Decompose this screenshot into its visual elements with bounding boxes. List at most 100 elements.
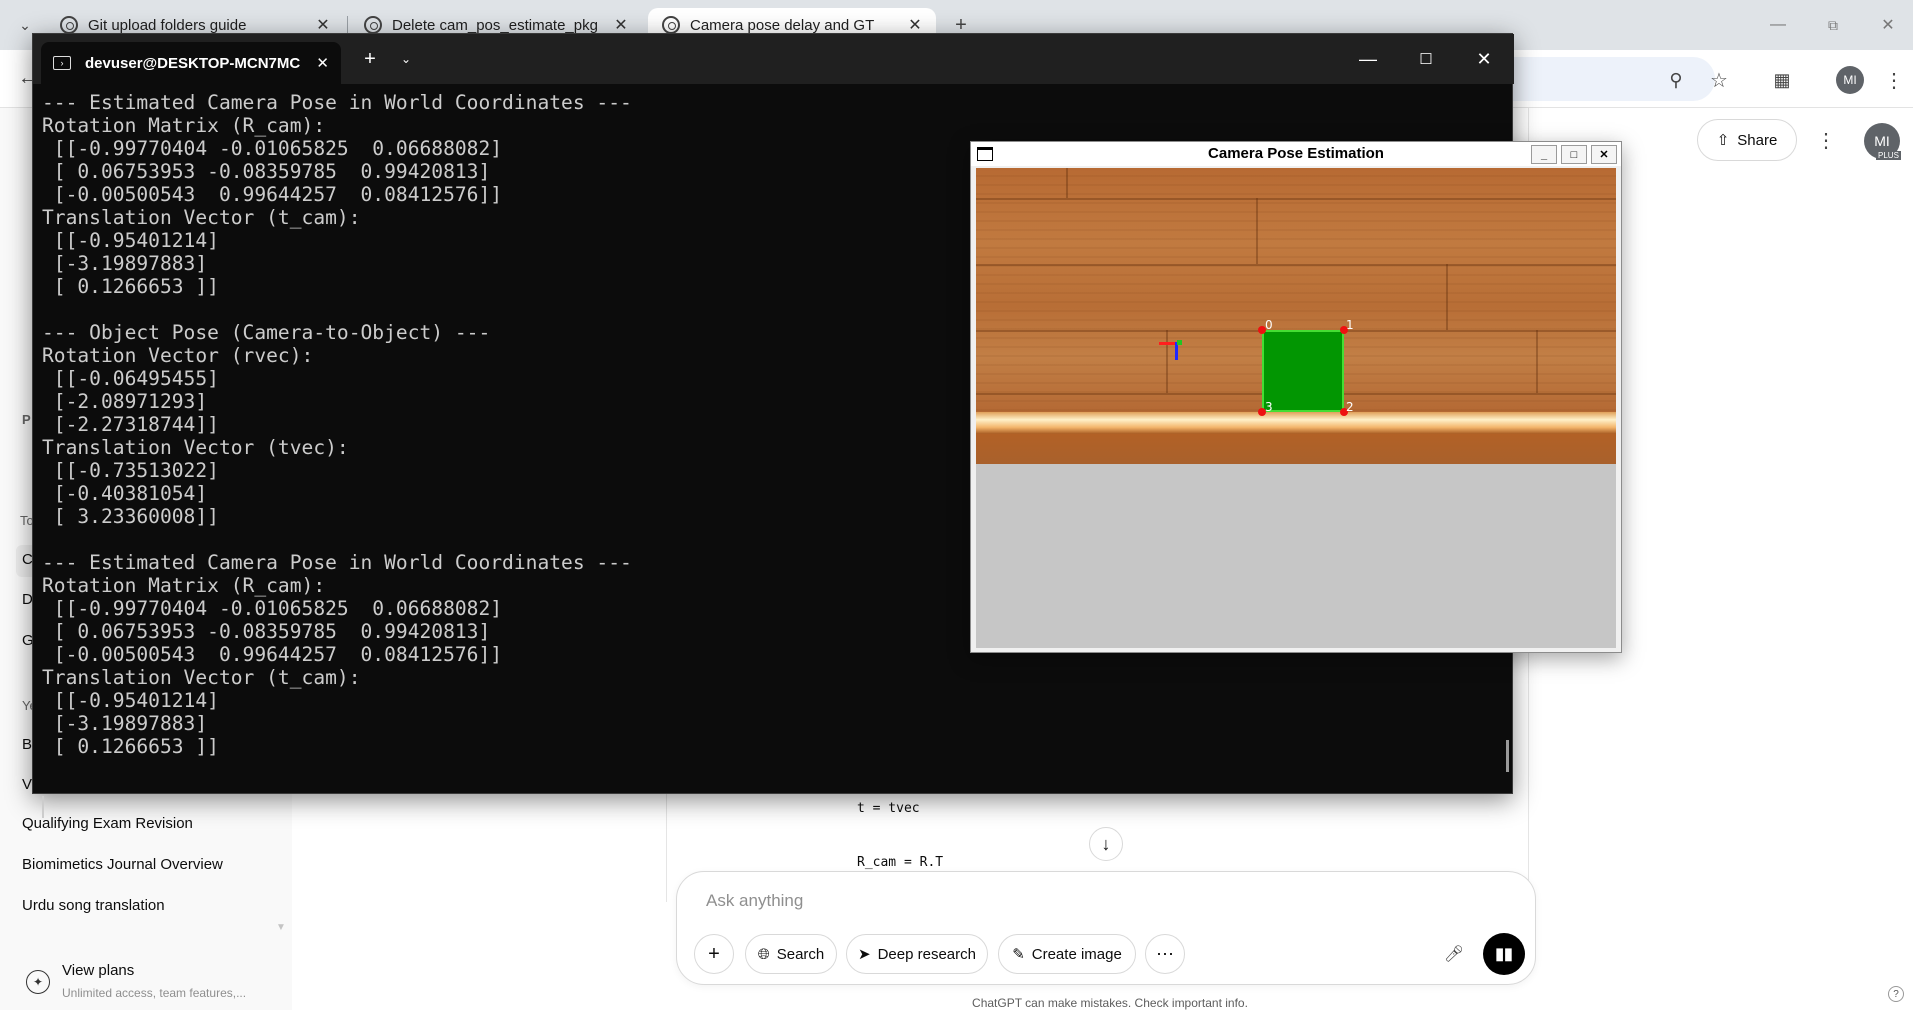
microphone-icon[interactable]: 🎤︎ [1440,940,1468,968]
terminal-output-line: --- Object Pose (Camera-to-Object) --- [42,321,491,344]
grey-wall [976,464,1616,648]
camera-frame[interactable]: 0 1 2 3 [976,168,1616,648]
view-plans-link[interactable]: View plans [62,962,134,979]
sidebar-chat-item[interactable]: Urdu song translation [22,897,165,914]
plans-sparkle-icon: ✦ [26,970,50,994]
wood-plank-seam [1166,330,1168,393]
voice-mode-button[interactable]: ▮▮ [1483,933,1525,975]
sidebar-scroll-arrow-icon[interactable]: ▼ [276,922,286,933]
terminal-close-icon[interactable]: ✕ [1455,34,1513,84]
terminal-maximize-icon[interactable]: ☐ [1397,34,1455,84]
zoom-icon[interactable]: ⚲ [1662,66,1690,94]
opencv-window: Camera Pose Estimation _ □ ✕ 0 1 2 3 [970,141,1622,653]
terminal-minimize-icon[interactable]: — [1339,34,1397,84]
opencv-minimize-icon[interactable]: _ [1531,145,1557,164]
search-button[interactable]: 🌐︎ Search [745,934,837,974]
bookmark-star-icon[interactable]: ☆ [1705,66,1733,94]
sidebar-chat-item[interactable]: Qualifying Exam Revision [22,815,193,832]
tab-title: Delete cam_pos_estimate_pkg [392,16,598,34]
chatgpt-favicon-icon [364,16,382,34]
profile-avatar[interactable]: MI [1836,66,1864,94]
tab-title: Camera pose delay and GT [690,16,875,34]
wood-plank-seam [1446,264,1448,330]
more-tools-button[interactable]: ⋯ [1145,934,1185,974]
conversation-options-icon[interactable]: ⋮ [1812,126,1840,154]
telescope-icon: ➤ [858,946,871,963]
corner-label: 2 [1346,400,1354,414]
image-brush-icon: ✎ [1012,946,1025,963]
terminal-output-line: [-3.19897883] [42,712,208,735]
terminal-output-line: [-0.00500543 0.99644257 0.08412576]] [42,643,503,666]
browser-menu-icon[interactable]: ⋮ [1880,66,1908,94]
wood-plank-seam [1536,330,1538,393]
opencv-close-icon[interactable]: ✕ [1591,145,1617,164]
share-label: Share [1737,131,1778,149]
close-terminal-tab-icon[interactable]: ✕ [316,54,329,72]
terminal-output-line: [-2.08971293] [42,390,208,413]
attach-plus-button[interactable]: + [694,934,734,974]
terminal-output-line: Rotation Vector (rvec): [42,344,314,367]
share-button[interactable]: ⇧ Share [1697,119,1797,161]
sidebar-chat-item[interactable]: Biomimetics Journal Overview [22,856,223,873]
terminal-output-line: [[-0.95401214] [42,229,219,252]
close-tab-icon[interactable]: ✕ [906,15,924,35]
terminal-tab-title: devuser@DESKTOP-MCN7MC [85,54,301,72]
terminal-output-line: [-3.19897883] [42,252,208,275]
terminal-output-line: [[-0.99770404 -0.01065825 0.06688082] [42,137,503,160]
scroll-to-bottom-button[interactable]: ↓ [1089,827,1123,861]
corner-label: 0 [1265,318,1273,332]
code-line: t = tvec [857,801,920,816]
terminal-output-line: --- Estimated Camera Pose in World Coord… [42,551,632,574]
terminal-output-line: [[-0.73513022] [42,459,219,482]
detected-green-marker [1262,330,1344,412]
chatgpt-favicon-icon [662,16,680,34]
terminal-output-line: [-2.27318744]] [42,413,219,436]
terminal-output-line: [-0.40381054] [42,482,208,505]
view-plans-subtitle: Unlimited access, team features,... [62,986,247,1000]
terminal-output-line: Translation Vector (tvec): [42,436,349,459]
close-tab-icon[interactable]: ✕ [314,15,332,35]
baseboard [976,434,1616,464]
browser-close-icon[interactable]: ✕ [1873,10,1903,40]
terminal-output-line: [-0.00500543 0.99644257 0.08412576]] [42,183,503,206]
opencv-maximize-icon[interactable]: □ [1561,145,1587,164]
deep-research-button[interactable]: ➤ Deep research [846,934,988,974]
terminal-output-line: [ 0.06753953 -0.08359785 0.99420813] [42,160,491,183]
sidebar-fragment: B [22,736,33,753]
corner-label: 3 [1265,400,1273,414]
terminal-output-line: Rotation Matrix (R_cam): [42,574,326,597]
terminal-tab[interactable]: › devuser@DESKTOP-MCN7MC ✕ [41,42,341,84]
share-upload-icon: ⇧ [1716,132,1730,149]
create-image-label: Create image [1031,945,1122,963]
terminal-output-line: Rotation Matrix (R_cam): [42,114,326,137]
chatgpt-favicon-icon [60,16,78,34]
wood-plank-seam [976,264,1616,266]
terminal-scrollbar[interactable] [1506,740,1509,772]
sidebar-fragment: P [22,412,31,427]
terminal-output-line: [ 0.1266653 ]] [42,275,219,298]
deep-research-label: Deep research [877,945,976,963]
code-line: R_cam = R.T [857,855,944,870]
terminal-output-line: --- Estimated Camera Pose in World Coord… [42,91,632,114]
terminal-dropdown-chevron-icon[interactable]: ⌄ [393,46,419,72]
wood-plank-seam [976,198,1616,200]
plus-badge: PLUS [1876,151,1901,160]
prompt-input[interactable] [706,888,1406,914]
sidebar-fragment: V [22,776,33,793]
terminal-prompt-icon: › [53,56,71,70]
tab-title: Git upload folders guide [88,16,247,34]
opencv-window-title: Camera Pose Estimation [1208,145,1384,162]
terminal-output-line: Translation Vector (t_cam): [42,206,361,229]
browser-minimize-icon[interactable]: — [1763,10,1793,40]
wood-plank-seam [1066,168,1068,198]
close-tab-icon[interactable]: ✕ [612,15,630,35]
terminal-cursor [42,796,44,818]
create-image-button[interactable]: ✎ Create image [998,934,1136,974]
corner-label: 1 [1346,318,1354,332]
help-icon[interactable]: ? [1888,986,1904,1002]
new-terminal-tab-icon[interactable]: + [357,46,383,72]
browser-restore-icon[interactable]: ⧉ [1818,10,1848,40]
extensions-puzzle-icon[interactable]: ▦ [1768,66,1796,94]
terminal-output-line: [ 3.23360008]] [42,505,219,528]
baseboard-highlight [976,412,1616,434]
